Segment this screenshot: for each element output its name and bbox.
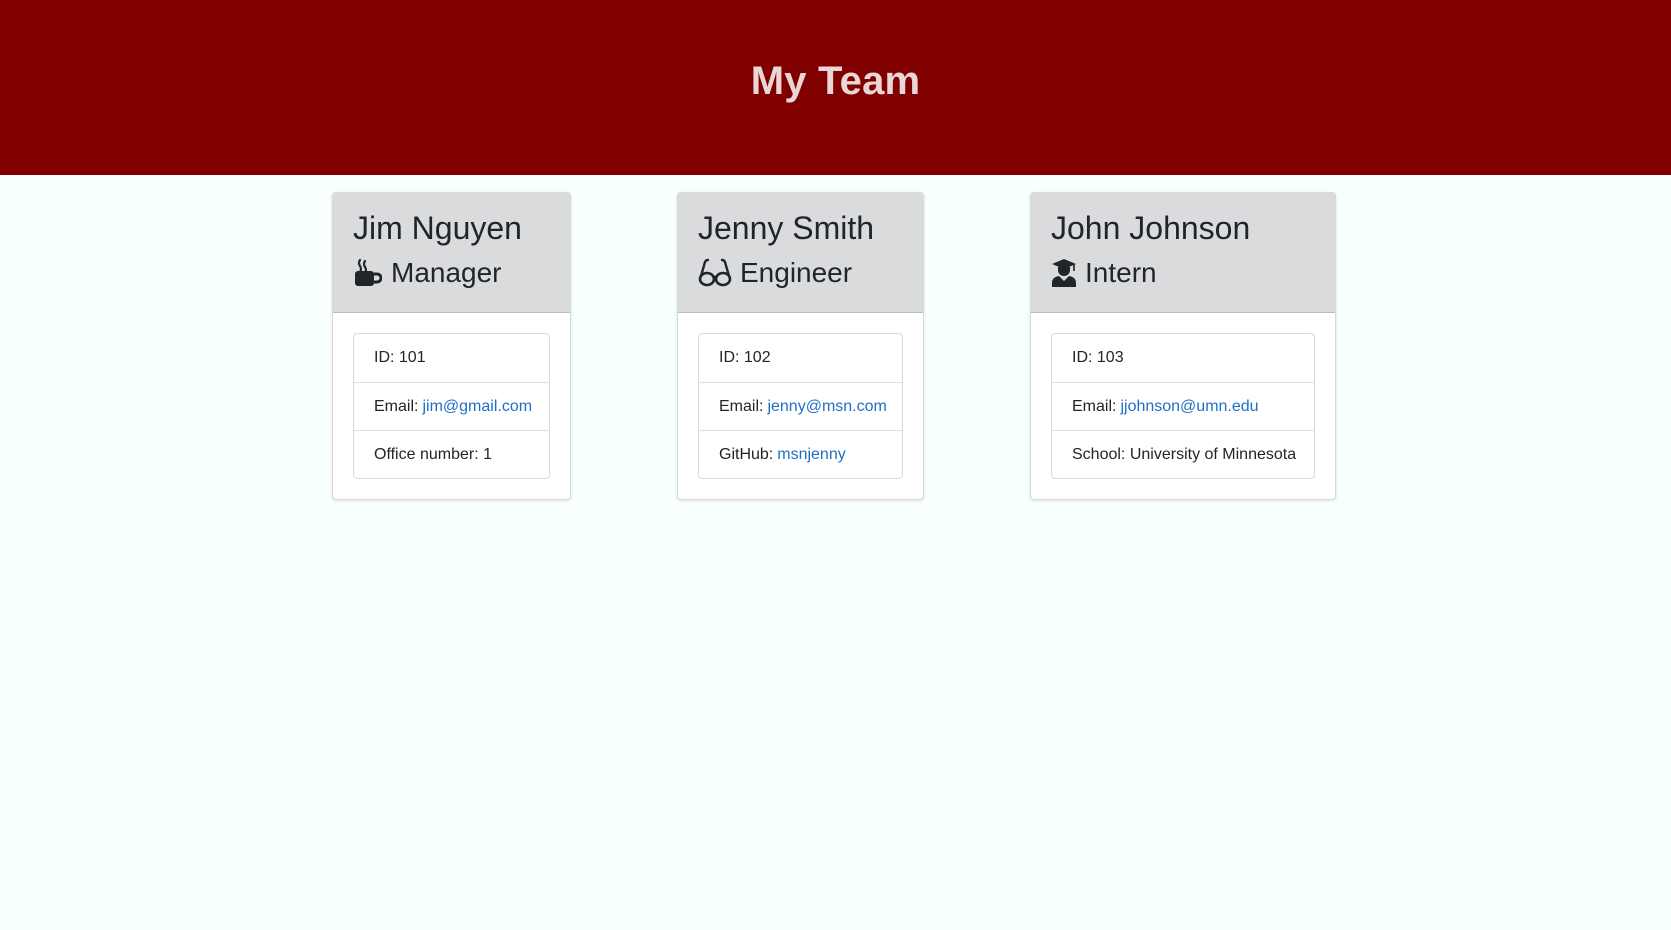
card-body: ID: 101 Email: jim@gmail.com Office numb… — [333, 313, 570, 499]
card-header: Jenny Smith Engineer — [678, 193, 923, 313]
employee-name: Jim Nguyen — [353, 210, 522, 246]
employee-role: Manager — [353, 253, 550, 293]
id-value: 103 — [1096, 349, 1124, 366]
employee-office-number: Office number: 1 — [354, 430, 549, 478]
employee-details: ID: 102 Email: jenny@msn.com GitHub: msn… — [698, 333, 903, 479]
employee-card-manager: Jim Nguyen Manager ID: 101 Email: jim@gm… — [332, 192, 571, 500]
card-body: ID: 103 Email: jjohnson@umn.edu School: … — [1031, 313, 1335, 499]
role-label: Manager — [391, 257, 502, 288]
office-label: Office number: — [374, 445, 479, 463]
employee-email: Email: jenny@msn.com — [699, 382, 902, 430]
employee-id: ID: 103 — [1052, 334, 1314, 382]
employee-name: Jenny Smith — [698, 210, 875, 246]
glasses-icon — [698, 258, 732, 288]
school-value: University of Minnesota — [1129, 445, 1297, 463]
employee-role: Intern — [1051, 253, 1315, 293]
graduate-icon — [1051, 258, 1077, 288]
employee-github: GitHub: msnjenny — [699, 430, 902, 478]
page-title: My Team — [750, 59, 921, 103]
office-value: 1 — [483, 445, 492, 463]
email-link[interactable]: jjohnson@umn.edu — [1120, 398, 1258, 416]
employee-role: Engineer — [698, 253, 903, 293]
card-header: Jim Nguyen Manager — [333, 193, 570, 313]
card-body: ID: 102 Email: jenny@msn.com GitHub: msn… — [678, 313, 923, 499]
github-link[interactable]: msnjenny — [777, 446, 845, 464]
email-label: Email: — [374, 397, 419, 415]
id-label: ID: — [374, 349, 395, 366]
email-link[interactable]: jim@gmail.com — [422, 398, 532, 416]
employee-id: ID: 102 — [699, 334, 902, 382]
email-label: Email: — [1072, 397, 1117, 415]
github-label: GitHub: — [719, 445, 774, 463]
page-header: My Team — [0, 0, 1671, 175]
employee-card-engineer: Jenny Smith Engineer ID: 102 Email: jenn… — [677, 192, 924, 500]
employee-school: School: University of Minnesota — [1052, 430, 1314, 478]
employee-name: John Johnson — [1051, 210, 1251, 246]
id-label: ID: — [719, 349, 740, 366]
employee-email: Email: jjohnson@umn.edu — [1052, 382, 1314, 430]
mug-icon — [353, 258, 383, 288]
school-label: School: — [1072, 445, 1126, 463]
id-value: 101 — [398, 349, 426, 366]
employee-details: ID: 103 Email: jjohnson@umn.edu School: … — [1051, 333, 1315, 479]
role-label: Engineer — [740, 257, 853, 288]
employee-card-intern: John Johnson Intern ID: 103 Email: jjohn… — [1030, 192, 1336, 500]
employee-email: Email: jim@gmail.com — [354, 382, 549, 430]
employee-details: ID: 101 Email: jim@gmail.com Office numb… — [353, 333, 550, 479]
email-link[interactable]: jenny@msn.com — [767, 398, 886, 416]
email-label: Email: — [719, 397, 764, 415]
id-value: 102 — [743, 349, 771, 366]
card-header: John Johnson Intern — [1031, 193, 1335, 313]
id-label: ID: — [1072, 349, 1093, 366]
role-label: Intern — [1085, 257, 1157, 288]
employee-id: ID: 101 — [354, 334, 549, 382]
